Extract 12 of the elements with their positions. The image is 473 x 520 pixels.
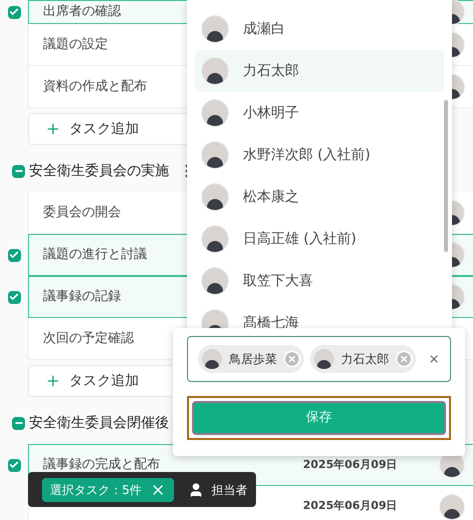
task-title: 委員会の開会: [43, 204, 122, 222]
due-date: 2025年06月09日: [303, 498, 398, 514]
task-title: 出席者の確認: [43, 3, 122, 22]
task-title: 資料の作成と配布: [43, 78, 148, 96]
task-title: 議事録の記録: [43, 288, 122, 306]
due-date: 2025年06月09日: [303, 456, 398, 473]
section-title: 安全衛生委員会の実施: [29, 162, 169, 180]
section-title: 安全衛生委員会閉催後: [29, 414, 169, 432]
task-title: 議題の設定: [43, 36, 109, 54]
task-title: 議題の進行と討議: [43, 246, 148, 264]
task-title: 次回の予定確認: [43, 330, 135, 348]
task-title: 議事録の完成と配布: [43, 456, 161, 474]
